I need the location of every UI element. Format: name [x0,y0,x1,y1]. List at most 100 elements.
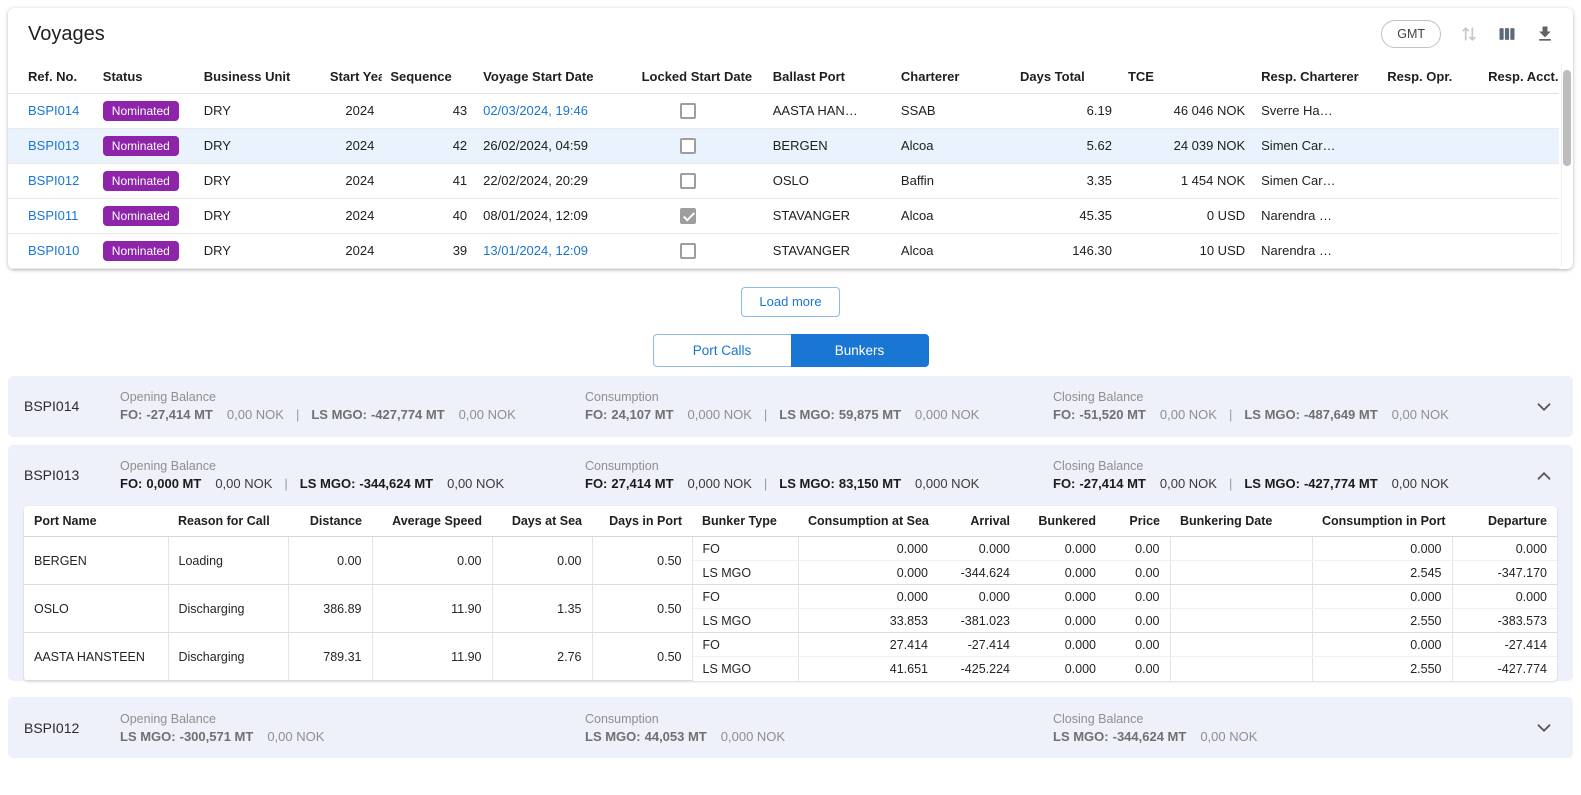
cell-bunkered: 0.000 [1020,561,1106,585]
voyage-ref-link[interactable]: BSPI012 [28,173,79,188]
page-title: Voyages [28,23,105,46]
consumption-section: Consumption FO: 27,414 MT 0,000 NOK | LS… [585,459,1053,491]
col-charterer: Charterer [893,60,1012,93]
section-label: Closing Balance [1053,712,1517,726]
closing-balance-section: Closing Balance LS MGO: -344,624 MT 0,00… [1053,712,1517,744]
voyages-table: Ref. No. Status Business Unit Start Year… [8,60,1559,269]
col-average-speed: Average Speed [372,506,492,537]
cell-bunkering-date [1170,585,1312,609]
cell-departure: 0.000 [1452,585,1557,609]
voyage-row[interactable]: BSPI013 Nominated DRY 2024 42 26/02/2024… [8,128,1559,163]
cell-arrival: -27.414 [938,633,1020,657]
cell-sequence: 41 [382,163,475,198]
cell-voyage-start-date: 08/01/2024, 12:09 [475,198,633,233]
cell-resp-charterer: Simen Car… [1253,128,1379,163]
chevron-up-icon[interactable] [1533,465,1555,490]
locked-checkbox[interactable] [680,208,696,224]
port-bunker-row: BERGEN Loading 0.00 0.00 0.00 0.50 FO 0.… [24,537,1557,561]
voyages-card: Voyages GMT Ref. No. Status Busine [8,8,1573,269]
cell-resp-acct [1480,198,1559,233]
cell-tce: 1 454 NOK [1120,163,1253,198]
closing-balance-section: Closing Balance FO: -27,414 MT 0,00 NOK … [1053,459,1517,491]
tab-bunkers[interactable]: Bunkers [791,334,929,367]
section-values: FO: 27,414 MT 0,000 NOK | LS MGO: 83,150… [585,476,1053,491]
cell-consumption-at-sea: 0.000 [798,561,938,585]
header-actions: GMT [1381,20,1555,48]
locked-checkbox[interactable] [680,243,696,259]
section-values: FO: 0,000 MT 0,00 NOK | LS MGO: -344,624… [120,476,585,491]
section-values: LS MGO: -300,571 MT 0,00 NOK [120,729,585,744]
locked-checkbox[interactable] [680,138,696,154]
voyage-ref-link[interactable]: BSPI013 [28,138,79,153]
col-bunkering-date: Bunkering Date [1170,506,1312,537]
cell-resp-acct [1480,128,1559,163]
cell-arrival: 0.000 [938,585,1020,609]
voyage-start-date-link[interactable]: 13/01/2024, 12:09 [483,243,588,258]
opening-balance-section: Opening Balance LS MGO: -300,571 MT 0,00… [120,712,585,744]
cell-arrival: -425.224 [938,657,1020,681]
col-tce: TCE [1120,60,1253,93]
voyage-ref-link[interactable]: BSPI010 [28,243,79,258]
cell-resp-charterer: Narendra … [1253,233,1379,268]
cell-start-year: 2024 [322,233,383,268]
section-values: LS MGO: 44,053 MT 0,000 NOK [585,729,1053,744]
cell-consumption-in-port: 2.550 [1312,609,1452,633]
voyage-row[interactable]: BSPI014 Nominated DRY 2024 43 02/03/2024… [8,93,1559,128]
col-consumption-in-port: Consumption in Port [1312,506,1452,537]
voyages-header-row: Ref. No. Status Business Unit Start Year… [8,60,1559,93]
consumption-section: Consumption FO: 24,107 MT 0,000 NOK | LS… [585,390,1053,422]
bunker-panel-bspi013: BSPI013 Opening Balance FO: 0,000 MT 0,0… [8,445,1573,682]
cell-sequence: 39 [382,233,475,268]
cell-price: 0.00 [1106,609,1170,633]
chevron-down-icon[interactable] [1533,717,1555,742]
status-badge: Nominated [103,101,179,121]
chevron-down-icon[interactable] [1533,396,1555,421]
cell-price: 0.00 [1106,633,1170,657]
voyage-row[interactable]: BSPI012 Nominated DRY 2024 41 22/02/2024… [8,163,1559,198]
cell-business-unit: DRY [196,93,322,128]
port-bunker-table-card: Port Name Reason for Call Distance Avera… [24,506,1557,682]
columns-icon[interactable] [1497,24,1517,44]
cell-ref: BSPI013 [8,128,95,163]
voyage-ref-link[interactable]: BSPI014 [28,103,79,118]
timezone-button[interactable]: GMT [1381,20,1441,48]
voyage-start-date-link[interactable]: 02/03/2024, 19:46 [483,103,588,118]
cell-consumption-in-port: 2.545 [1312,561,1452,585]
cell-bunkering-date [1170,633,1312,657]
cell-consumption-in-port: 0.000 [1312,537,1452,561]
panel-header[interactable]: BSPI013 Opening Balance FO: 0,000 MT 0,0… [8,445,1573,506]
locked-checkbox[interactable] [680,103,696,119]
section-label: Closing Balance [1053,390,1517,404]
cell-arrival: 0.000 [938,537,1020,561]
cell-port-name: BERGEN [24,537,168,585]
cell-ref: BSPI011 [8,198,95,233]
sort-icon[interactable] [1459,24,1479,44]
cell-departure: 0.000 [1452,537,1557,561]
cell-status: Nominated [95,163,196,198]
cell-average-speed: 0.00 [372,537,492,585]
download-icon[interactable] [1535,24,1555,44]
cell-arrival: -344.624 [938,561,1020,585]
load-more-button[interactable]: Load more [741,287,839,317]
cell-days-at-sea: 2.76 [492,633,592,681]
panel-header[interactable]: BSPI014 Opening Balance FO: -27,414 MT 0… [8,376,1573,437]
port-bunker-row: OSLO Discharging 386.89 11.90 1.35 0.50 … [24,585,1557,609]
cell-days-in-port: 0.50 [592,585,692,633]
section-values: LS MGO: -344,624 MT 0,00 NOK [1053,729,1517,744]
voyage-row[interactable]: BSPI010 Nominated DRY 2024 39 13/01/2024… [8,233,1559,268]
scrollbar-thumb[interactable] [1563,70,1571,166]
col-start-year: Start Year [322,60,383,93]
value-separator: | [764,476,767,491]
cell-price: 0.00 [1106,537,1170,561]
col-price: Price [1106,506,1170,537]
voyage-ref-link[interactable]: BSPI011 [28,208,78,223]
cell-bunkering-date [1170,609,1312,633]
voyage-row[interactable]: BSPI011 Nominated DRY 2024 40 08/01/2024… [8,198,1559,233]
col-reason-for-call: Reason for Call [168,506,288,537]
tab-port-calls[interactable]: Port Calls [653,334,791,367]
cell-bunkered: 0.000 [1020,609,1106,633]
panel-header[interactable]: BSPI012 Opening Balance LS MGO: -300,571… [8,697,1573,758]
cell-consumption-at-sea: 41.651 [798,657,938,681]
col-consumption-at-sea: Consumption at Sea [798,506,938,537]
locked-checkbox[interactable] [680,173,696,189]
